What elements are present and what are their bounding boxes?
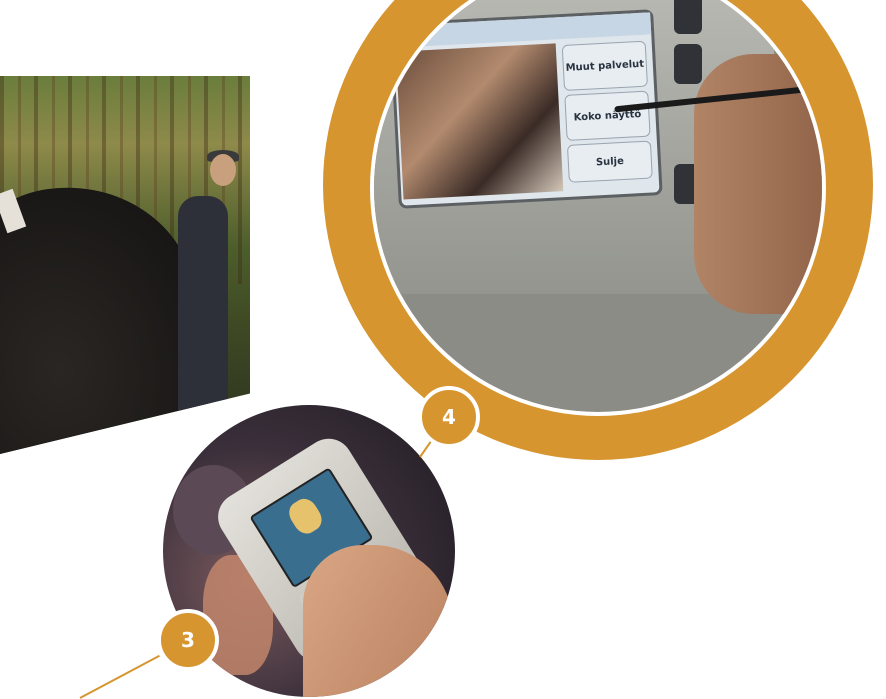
background-man-head	[210, 154, 236, 186]
side-button-middle	[674, 44, 702, 84]
menu-close: Sulje	[566, 140, 653, 183]
callout-badge-4: 4	[418, 386, 480, 448]
news-anchor	[284, 494, 327, 539]
video-frame	[395, 43, 564, 200]
menu-full-screen: Koko näyttö	[564, 90, 651, 141]
callout-badge-3: 3	[157, 609, 219, 671]
menu-other-services: Muut palvelut	[561, 40, 648, 91]
background-man	[178, 196, 228, 426]
hand-holding-phone	[303, 545, 453, 697]
side-button-up	[674, 0, 702, 34]
leader-line-3	[79, 654, 160, 699]
forest-photo	[0, 76, 250, 454]
